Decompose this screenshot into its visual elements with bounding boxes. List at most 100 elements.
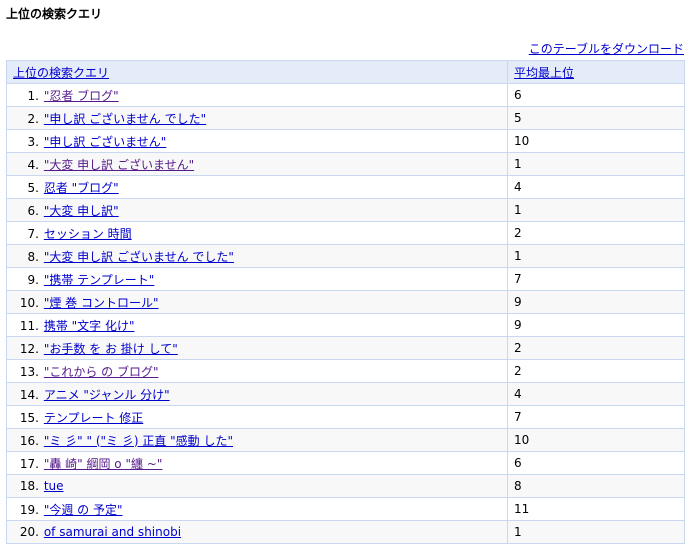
page-title: 上位の検索クエリ [6, 7, 103, 21]
query-cell: 19. "今週 の 予定" [6, 497, 508, 521]
avg-top-position-cell: 1 [507, 244, 685, 268]
row-number: 2. [27, 111, 39, 126]
download-table-link[interactable]: このテーブルをダウンロード [529, 40, 684, 57]
table-row: 18. tue 8 [6, 474, 685, 498]
avg-top-position-cell: 6 [507, 83, 685, 107]
query-cell: 15. テンプレート 修正 [6, 405, 508, 429]
query-column-header: 上位の検索クエリ [6, 60, 508, 84]
row-number: 9. [27, 272, 39, 287]
query-link[interactable]: テンプレート 修正 [44, 411, 143, 425]
row-number: 7. [27, 226, 39, 241]
query-cell: 6. "大変 申し訳" [6, 198, 508, 222]
table-row: 2. "申し訳 ございません でした" 5 [6, 106, 685, 130]
avg-top-position-cell: 2 [507, 221, 685, 245]
row-number: 19. [19, 502, 39, 517]
query-link[interactable]: "大変 申し訳 ございません" [44, 158, 194, 172]
avg-top-position-cell: 11 [507, 497, 685, 521]
avg-top-position-cell: 9 [507, 290, 685, 314]
query-cell: 7. セッション 時間 [6, 221, 508, 245]
table-row: 8. "大変 申し訳 ございません でした" 1 [6, 244, 685, 268]
table-row: 17. "轟 崎" 綱岡 o "纏 ~" 6 [6, 451, 685, 475]
avg-top-position-cell: 2 [507, 336, 685, 360]
query-link[interactable]: "これから の ブログ" [44, 365, 159, 379]
query-cell: 17. "轟 崎" 綱岡 o "纏 ~" [6, 451, 508, 475]
row-number: 5. [27, 180, 39, 195]
table-row: 10. "煙 巻 コントロール" 9 [6, 290, 685, 314]
avg-top-position-cell: 4 [507, 382, 685, 406]
query-cell: 2. "申し訳 ございません でした" [6, 106, 508, 130]
query-link[interactable]: "ミ 彡" " ("ミ 彡) 正直 "感動 した" [44, 434, 233, 448]
query-link[interactable]: "申し訳 ございません でした" [44, 112, 206, 126]
row-number: 3. [27, 134, 39, 149]
query-cell: 16. "ミ 彡" " ("ミ 彡) 正直 "感動 した" [6, 428, 508, 452]
sort-by-rank-link[interactable]: 平均最上位 [514, 66, 574, 80]
query-link[interactable]: "大変 申し訳" [44, 204, 119, 218]
top-queries-table: 上位の検索クエリ 平均最上位 1. "忍者 ブログ" 6 2. "申し訳 ございませ… [6, 60, 685, 544]
table-row: 16. "ミ 彡" " ("ミ 彡) 正直 "感動 した" 10 [6, 428, 685, 452]
avg-top-position-cell: 9 [507, 313, 685, 337]
query-link[interactable]: セッション 時間 [44, 227, 132, 241]
query-link[interactable]: "煙 巻 コントロール" [44, 296, 159, 310]
table-row: 12. "お手数 を お 掛け して" 2 [6, 336, 685, 360]
query-link[interactable]: "今週 の 予定" [44, 503, 123, 517]
avg-top-position-cell: 8 [507, 474, 685, 498]
avg-top-position-cell: 4 [507, 175, 685, 199]
avg-top-position-cell: 6 [507, 451, 685, 475]
row-number: 12. [19, 341, 39, 356]
query-link[interactable]: "申し訳 ございません" [44, 135, 167, 149]
table-row: 13. "これから の ブログ" 2 [6, 359, 685, 383]
avg-top-position-cell: 7 [507, 405, 685, 429]
query-cell: 12. "お手数 を お 掛け して" [6, 336, 508, 360]
query-link[interactable]: "忍者 ブログ" [44, 89, 119, 103]
row-number: 4. [27, 157, 39, 172]
query-link[interactable]: 忍者 "ブログ" [44, 181, 119, 195]
query-link[interactable]: "お手数 を お 掛け して" [44, 342, 178, 356]
row-number: 16. [19, 433, 39, 448]
row-number: 14. [19, 387, 39, 402]
query-cell: 9. "携帯 テンプレート" [6, 267, 508, 291]
row-number: 1. [27, 88, 39, 103]
avg-top-position-cell: 10 [507, 428, 685, 452]
row-number: 8. [27, 249, 39, 264]
table-row: 19. "今週 の 予定" 11 [6, 497, 685, 521]
query-cell: 18. tue [6, 474, 508, 498]
avg-top-position-cell: 1 [507, 520, 685, 544]
table-row: 7. セッション 時間 2 [6, 221, 685, 245]
query-link[interactable]: of samurai and shinobi [44, 525, 181, 539]
avg-top-position-cell: 7 [507, 267, 685, 291]
row-number: 11. [19, 318, 39, 333]
avg-top-position-cell: 5 [507, 106, 685, 130]
row-number: 6. [27, 203, 39, 218]
query-link[interactable]: "大変 申し訳 ございません でした" [44, 250, 234, 264]
table-row: 6. "大変 申し訳" 1 [6, 198, 685, 222]
query-link[interactable]: "携帯 テンプレート" [44, 273, 155, 287]
query-cell: 8. "大変 申し訳 ございません でした" [6, 244, 508, 268]
query-link[interactable]: 携帯 "文字 化け" [44, 319, 135, 333]
query-cell: 14. アニメ "ジャンル 分け" [6, 382, 508, 406]
row-number: 15. [19, 410, 39, 425]
query-cell: 13. "これから の ブログ" [6, 359, 508, 383]
avg-top-position-cell: 1 [507, 152, 685, 176]
query-cell: 1. "忍者 ブログ" [6, 83, 508, 107]
table-row: 9. "携帯 テンプレート" 7 [6, 267, 685, 291]
query-link[interactable]: tue [44, 479, 64, 493]
query-link[interactable]: アニメ "ジャンル 分け" [44, 388, 170, 402]
rank-column-header: 平均最上位 [507, 60, 685, 84]
query-cell: 4. "大変 申し訳 ございません" [6, 152, 508, 176]
row-number: 18. [19, 479, 39, 493]
query-cell: 5. 忍者 "ブログ" [6, 175, 508, 199]
row-number: 17. [19, 456, 39, 471]
table-row: 3. "申し訳 ございません" 10 [6, 129, 685, 153]
query-link[interactable]: "轟 崎" 綱岡 o "纏 ~" [44, 457, 163, 471]
avg-top-position-cell: 1 [507, 198, 685, 222]
avg-top-position-cell: 10 [507, 129, 685, 153]
sort-by-query-link[interactable]: 上位の検索クエリ [13, 66, 109, 80]
table-row: 15. テンプレート 修正 7 [6, 405, 685, 429]
table-row: 20. of samurai and shinobi 1 [6, 520, 685, 544]
table-row: 14. アニメ "ジャンル 分け" 4 [6, 382, 685, 406]
row-number: 13. [19, 364, 39, 379]
query-cell: 20. of samurai and shinobi [6, 520, 508, 544]
table-header-row: 上位の検索クエリ 平均最上位 [6, 60, 685, 84]
row-number: 20. [19, 525, 39, 539]
query-cell: 3. "申し訳 ございません" [6, 129, 508, 153]
